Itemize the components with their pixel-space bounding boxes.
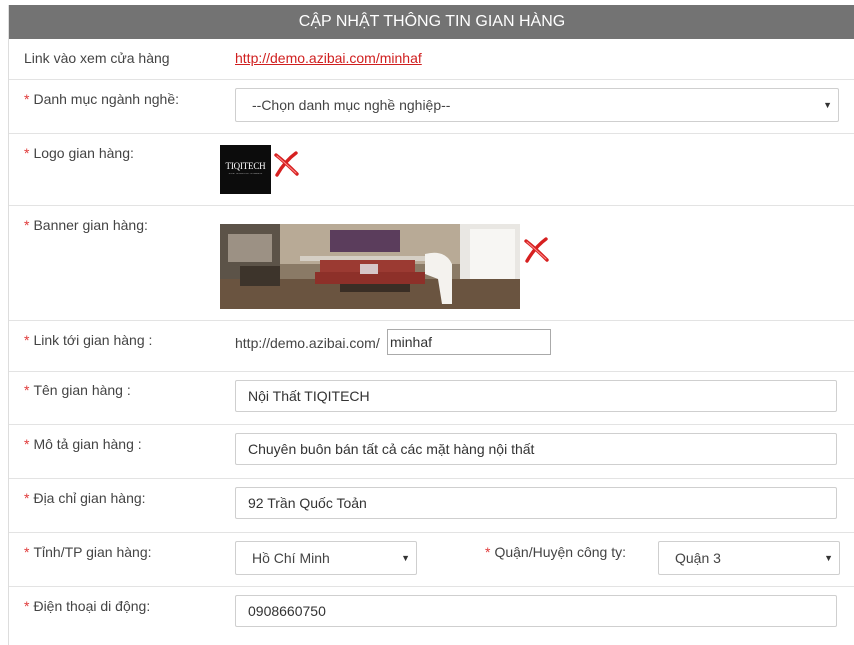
province-label: * Tỉnh/TP gian hàng: <box>24 544 152 560</box>
required-marker: * <box>24 145 30 161</box>
shop-name-label-text: Tên gian hàng : <box>33 382 131 398</box>
required-marker: * <box>24 436 30 452</box>
logo-text: TIQITECH <box>225 161 266 171</box>
store-logo-image: TIQITECH ECLAT TECHNOLOGY OF FASHION <box>220 145 271 194</box>
district-label-text: Quận/Huyện công ty: <box>494 544 626 560</box>
phone-label: * Điện thoại di động: <box>24 598 150 614</box>
shop-link-label-text: Link tới gian hàng : <box>33 332 153 348</box>
chevron-down-icon: ▼ <box>823 100 832 110</box>
store-banner-image <box>220 224 520 309</box>
logo-subtext: ECLAT TECHNOLOGY OF FASHION <box>228 173 263 175</box>
shop-name-row: * Tên gian hàng : Nội Thất TIQITECH <box>9 372 854 425</box>
required-marker: * <box>24 544 30 560</box>
banner-label-text: Banner gian hàng: <box>33 217 148 233</box>
shop-name-input[interactable]: Nội Thất TIQITECH <box>235 380 837 412</box>
view-link-label: Link vào xem cửa hàng <box>24 50 170 66</box>
address-input[interactable]: 92 Trần Quốc Toản <box>235 487 837 519</box>
district-label: * Quận/Huyện công ty: <box>485 544 626 560</box>
shop-link-prefix: http://demo.azibai.com/ <box>235 335 380 351</box>
district-select-value: Quận 3 <box>675 550 721 566</box>
view-link-row: Link vào xem cửa hàng http://demo.azibai… <box>9 39 854 80</box>
address-label: * Địa chỉ gian hàng: <box>24 490 146 506</box>
delete-banner-icon[interactable] <box>521 235 551 265</box>
required-marker: * <box>24 217 30 233</box>
shop-link-row: * Link tới gian hàng : http://demo.azibai… <box>9 321 854 372</box>
required-marker: * <box>24 91 30 107</box>
required-marker: * <box>24 598 30 614</box>
location-row: * Tỉnh/TP gian hàng: Hồ Chí Minh ▼ * Quận/… <box>9 533 854 587</box>
banner-label: * Banner gian hàng: <box>24 217 148 233</box>
shop-link-input[interactable]: minhaf <box>387 329 551 355</box>
province-select-value: Hồ Chí Minh <box>252 550 330 566</box>
logo-row: * Logo gian hàng: TIQITECH ECLAT TECHNOLO… <box>9 134 854 206</box>
phone-row: * Điện thoại di động: 0908660750 <box>9 587 854 645</box>
required-marker: * <box>24 490 30 506</box>
shop-link-label: * Link tới gian hàng : <box>24 332 152 348</box>
phone-label-text: Điện thoại di động: <box>33 598 151 614</box>
delete-logo-icon[interactable] <box>271 149 301 179</box>
store-view-link[interactable]: http://demo.azibai.com/minhaf <box>235 50 422 66</box>
category-row: * Danh mục ngành nghề: --Chọn danh mục ng… <box>9 80 854 134</box>
page-title: CẬP NHẬT THÔNG TIN GIAN HÀNG <box>9 5 854 39</box>
phone-input[interactable]: 0908660750 <box>235 595 837 627</box>
shop-name-label: * Tên gian hàng : <box>24 382 131 398</box>
address-row: * Địa chỉ gian hàng: 92 Trần Quốc Toản <box>9 479 854 533</box>
banner-row: * Banner gian hàng: <box>9 206 854 321</box>
district-select[interactable]: Quận 3 ▼ <box>658 541 840 575</box>
category-select[interactable]: --Chọn danh mục nghề nghiệp-- ▼ <box>235 88 839 122</box>
required-marker: * <box>24 332 30 348</box>
province-select[interactable]: Hồ Chí Minh ▼ <box>235 541 417 575</box>
address-label-text: Địa chỉ gian hàng: <box>33 490 146 506</box>
required-marker: * <box>24 382 30 398</box>
logo-label-text: Logo gian hàng: <box>33 145 134 161</box>
logo-label: * Logo gian hàng: <box>24 145 134 161</box>
chevron-down-icon: ▼ <box>824 553 833 563</box>
description-label: * Mô tả gian hàng : <box>24 436 142 452</box>
description-input[interactable]: Chuyên buôn bán tất cả các mặt hàng nội … <box>235 433 837 465</box>
province-label-text: Tỉnh/TP gian hàng: <box>33 544 152 560</box>
category-select-value: --Chọn danh mục nghề nghiệp-- <box>252 97 451 113</box>
description-label-text: Mô tả gian hàng : <box>33 436 142 452</box>
category-label: * Danh mục ngành nghề: <box>24 91 179 107</box>
description-row: * Mô tả gian hàng : Chuyên buôn bán tất c… <box>9 425 854 479</box>
chevron-down-icon: ▼ <box>401 553 410 563</box>
required-marker: * <box>485 544 491 560</box>
store-update-panel: CẬP NHẬT THÔNG TIN GIAN HÀNG Link vào xe… <box>8 5 854 645</box>
category-label-text: Danh mục ngành nghề: <box>33 91 180 107</box>
